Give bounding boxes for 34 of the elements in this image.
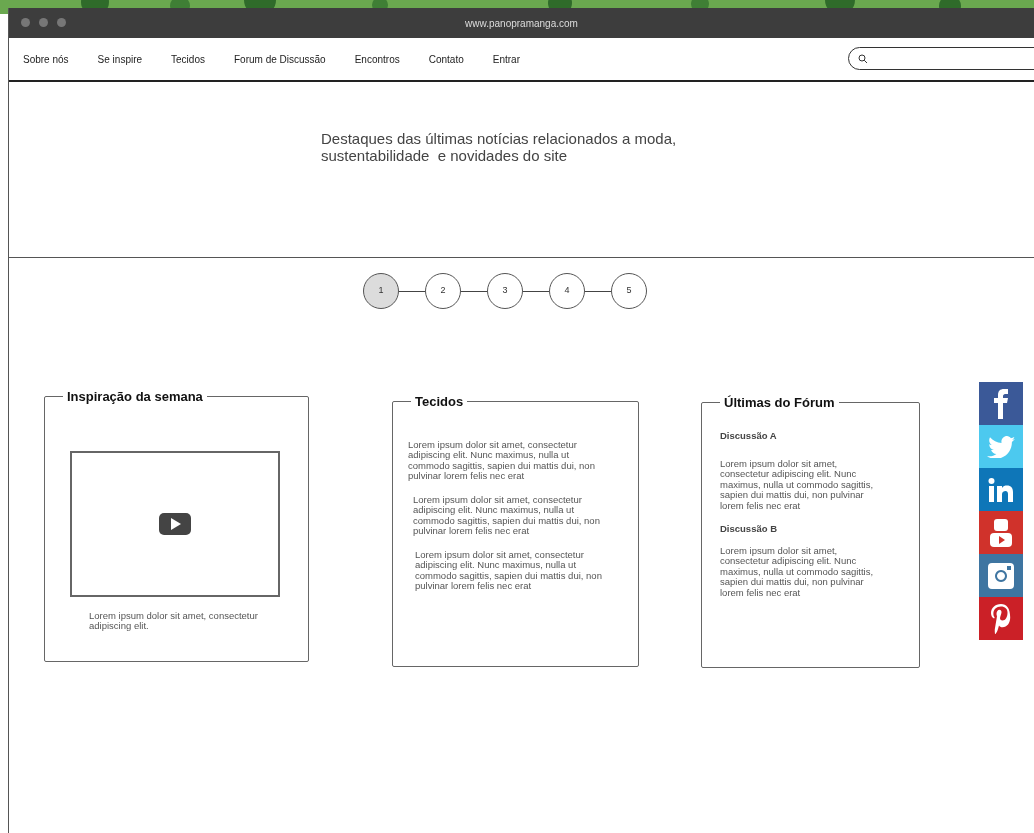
post-title: Discussão B bbox=[720, 522, 779, 537]
nav-link[interactable]: Entrar bbox=[492, 51, 520, 67]
video-caption: Lorem ipsum dolor sit amet, consectetur adipiscing elit. bbox=[89, 610, 259, 632]
paragraph-text: Lorem ipsum dolor sit amet, consectetur adipiscing elit. Nunc maximus, nulla ut commodo sagittis, sapien dui mattis dui, non pulvinar lorem felis nec erat bbox=[415, 549, 603, 592]
social-icon[interactable] bbox=[979, 554, 1023, 597]
play-icon[interactable] bbox=[159, 512, 191, 535]
social-icon[interactable] bbox=[979, 382, 1023, 425]
search-icon bbox=[858, 53, 868, 64]
card-title: Tecidos bbox=[414, 393, 465, 411]
step-button[interactable]: 1 bbox=[363, 273, 399, 309]
hero-text: Destaques das últimas notícias relacionados a moda, sustentabilidade e novidades do site bbox=[321, 130, 678, 164]
nav-link[interactable]: Sobre nós bbox=[23, 51, 69, 67]
post-text: Lorem ipsum dolor sit amet, consectetur adipiscing elit. Nunc maximus, nulla ut commodo sagittis, sapien dui mattis dui, non pulvinar lorem felis nec erat bbox=[720, 458, 875, 512]
step-button[interactable]: 3 bbox=[487, 273, 523, 309]
paragraph-text: Lorem ipsum dolor sit amet, consectetur adipiscing elit. Nunc maximus, nulla ut commodo sagittis, sapien dui mattis dui, non pulvinar lorem felis nec erat bbox=[413, 494, 601, 537]
social-icon[interactable] bbox=[979, 468, 1023, 511]
nav-link[interactable]: Forum de Discussão bbox=[233, 51, 326, 67]
search-field[interactable] bbox=[848, 47, 1034, 70]
nav-link[interactable]: Tecidos bbox=[171, 51, 205, 67]
nav-link[interactable]: Encontros bbox=[354, 51, 400, 67]
nav-link[interactable]: Se inspire bbox=[97, 51, 143, 67]
video-frame[interactable] bbox=[70, 450, 280, 597]
paragraph-text: Lorem ipsum dolor sit amet, consectetur adipiscing elit. Nunc maximus, nulla ut commodo sagittis, sapien dui mattis dui, non pulvinar lorem felis nec erat bbox=[408, 439, 596, 482]
nav-link[interactable]: Contato bbox=[428, 51, 464, 67]
social-icon[interactable] bbox=[979, 597, 1023, 640]
step-button[interactable]: 4 bbox=[549, 273, 585, 309]
step-button[interactable]: 5 bbox=[611, 273, 647, 309]
post-text: Lorem ipsum dolor sit amet, consectetur adipiscing elit. Nunc maximus, nulla ut commodo sagittis, sapien dui mattis dui, non pulvinar lorem felis nec erat bbox=[720, 545, 875, 598]
card-title: Últimas do Fórum bbox=[723, 394, 836, 412]
social-icon[interactable] bbox=[979, 511, 1023, 554]
card-title: Inspiração da semana bbox=[66, 388, 204, 406]
post-title: Discussão A bbox=[720, 428, 778, 443]
url-text: www.panopramanga.com bbox=[465, 16, 578, 31]
step-button[interactable]: 2 bbox=[425, 273, 461, 309]
